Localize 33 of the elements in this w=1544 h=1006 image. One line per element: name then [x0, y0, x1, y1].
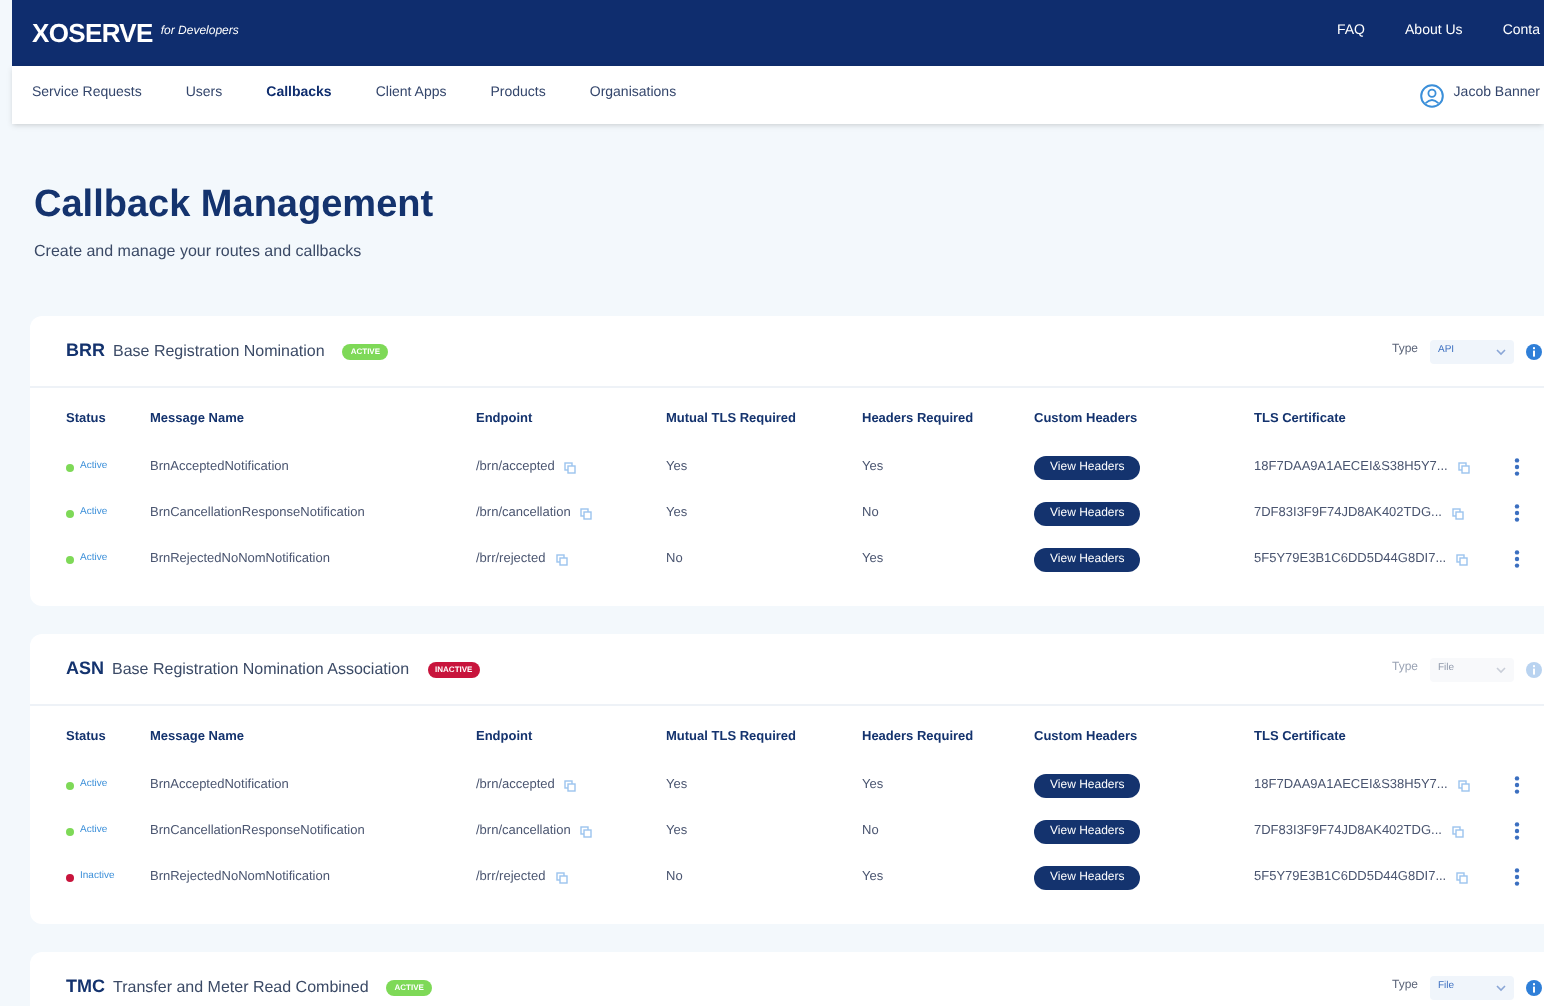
- more-options-icon[interactable]: [1514, 504, 1520, 522]
- page-subtitle: Create and manage your routes and callbacks: [34, 240, 364, 264]
- logo[interactable]: XOSERVE: [32, 13, 153, 53]
- copy-icon[interactable]: [555, 871, 568, 883]
- section-name: Transfer and Meter Read Combined: [113, 975, 369, 999]
- copy-icon[interactable]: [564, 461, 577, 473]
- copy-icon[interactable]: [1451, 507, 1464, 519]
- more-options-icon[interactable]: [1514, 822, 1520, 840]
- info-icon[interactable]: [1526, 343, 1542, 359]
- section-code: TMC: [66, 973, 105, 1000]
- copy-icon[interactable]: [1456, 871, 1469, 883]
- more-options-icon[interactable]: [1514, 550, 1520, 568]
- more-options-icon[interactable]: [1514, 776, 1520, 794]
- caret-icon: [1496, 347, 1506, 355]
- section-name: Base Registration Nomination Association: [112, 657, 410, 681]
- caret-icon: [1496, 983, 1506, 991]
- copy-icon[interactable]: [564, 779, 577, 791]
- copy-icon[interactable]: [555, 553, 568, 565]
- copy-icon[interactable]: [1457, 461, 1470, 473]
- section-code: BRR: [66, 337, 105, 364]
- page-title: Callback Management: [34, 184, 436, 228]
- section-code: ASN: [66, 655, 105, 682]
- user-avatar-icon[interactable]: [1419, 83, 1444, 107]
- copy-icon[interactable]: [1456, 553, 1469, 565]
- caret-icon: [1496, 665, 1506, 673]
- copy-icon[interactable]: [1451, 825, 1464, 837]
- copy-icon[interactable]: [1457, 779, 1470, 791]
- copy-icon[interactable]: [580, 507, 593, 519]
- more-options-icon[interactable]: [1514, 458, 1520, 476]
- section-name: Base Registration Nomination: [113, 339, 325, 363]
- more-options-icon[interactable]: [1514, 868, 1520, 886]
- copy-icon[interactable]: [580, 825, 593, 837]
- info-icon[interactable]: [1526, 979, 1542, 995]
